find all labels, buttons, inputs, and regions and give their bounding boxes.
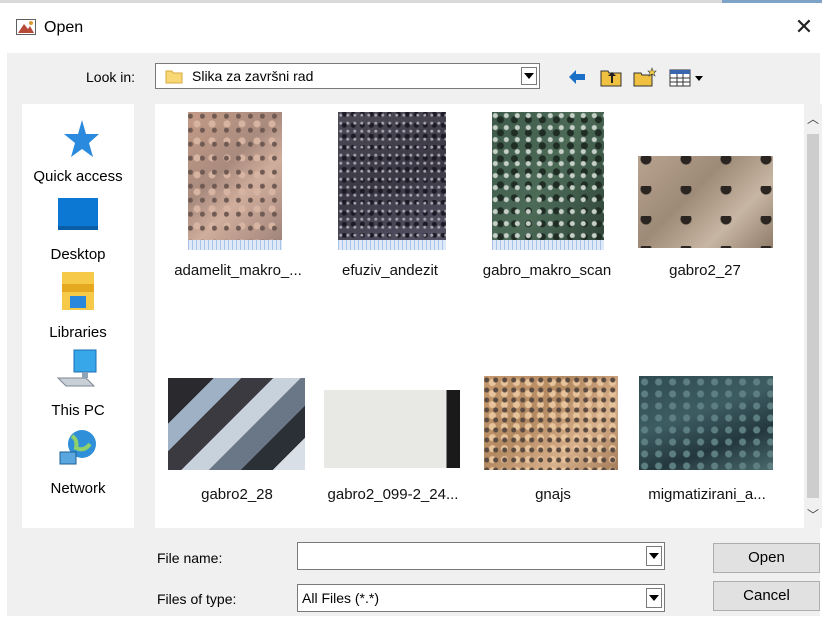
- file-item[interactable]: adamelit_makro_...: [174, 110, 302, 290]
- places-bar: Quick access Desktop Libraries This PC N…: [22, 104, 134, 528]
- lookin-dropdown-button[interactable]: [521, 67, 537, 85]
- lookin-label: Look in:: [86, 69, 136, 85]
- thumbnail-image: [168, 378, 305, 470]
- file-name: gabro2_27: [669, 262, 741, 279]
- thumbnail-image: [639, 376, 773, 470]
- libraries-icon: [62, 272, 94, 310]
- place-label: Libraries: [49, 324, 107, 341]
- scroll-down-icon[interactable]: ﹀: [804, 506, 822, 524]
- open-button[interactable]: Open: [713, 543, 820, 573]
- title-bar: Open ✕: [0, 3, 822, 47]
- scale-ruler: [188, 240, 282, 250]
- cancel-button[interactable]: Cancel: [713, 581, 820, 611]
- scroll-up-icon[interactable]: ︿: [804, 110, 822, 128]
- window-title: Open: [44, 19, 84, 36]
- place-libraries[interactable]: Libraries: [22, 270, 134, 341]
- file-name: gabro_makro_scan: [482, 262, 612, 279]
- filetype-value: All Files (*.*): [302, 590, 380, 606]
- close-button[interactable]: ✕: [790, 13, 818, 41]
- network-icon: [59, 430, 96, 465]
- new-folder-icon[interactable]: [632, 66, 658, 88]
- filename-dropdown-button[interactable]: [646, 546, 662, 566]
- back-arrow-icon[interactable]: [566, 66, 588, 88]
- file-name: efuziv_andezit: [342, 262, 438, 279]
- place-label: Network: [50, 480, 106, 497]
- vertical-scrollbar[interactable]: ︿ ﹀: [804, 104, 822, 528]
- place-quick-access[interactable]: Quick access: [22, 114, 134, 185]
- file-item[interactable]: migmatizirani_a...: [632, 372, 782, 512]
- place-label: Desktop: [50, 246, 106, 263]
- place-desktop[interactable]: Desktop: [22, 192, 134, 263]
- filename-field[interactable]: [297, 542, 665, 570]
- up-folder-icon[interactable]: [599, 66, 623, 88]
- file-item[interactable]: gabro2_099-2_24...: [318, 372, 468, 512]
- chevron-down-icon: [649, 553, 659, 559]
- filename-label: File name:: [157, 550, 223, 566]
- file-item[interactable]: gabro2_27: [633, 110, 778, 290]
- file-name: gabro2_28: [201, 486, 273, 503]
- filetype-label: Files of type:: [157, 591, 237, 607]
- desktop-icon: [58, 198, 98, 230]
- file-item[interactable]: gabro_makro_scan: [480, 110, 615, 290]
- thumbnail-image: [188, 112, 282, 250]
- thumbnail-image: [492, 112, 604, 250]
- filetype-dropdown-button[interactable]: [646, 588, 662, 608]
- computer-icon: [56, 349, 97, 387]
- chevron-down-icon: [524, 73, 534, 79]
- file-name: gnajs: [535, 486, 571, 503]
- scale-ruler: [338, 240, 446, 250]
- place-this-pc[interactable]: This PC: [22, 348, 134, 419]
- lookin-dropdown[interactable]: Slika za završni rad: [155, 63, 540, 89]
- thumbnail-image: [484, 376, 618, 470]
- filetype-dropdown[interactable]: All Files (*.*): [297, 584, 665, 612]
- file-name: migmatizirani_a...: [648, 486, 766, 503]
- view-menu-icon[interactable]: [668, 66, 708, 88]
- place-label: Quick access: [33, 168, 123, 185]
- thumbnail-image: [638, 156, 773, 248]
- lookin-value: Slika za završni rad: [192, 68, 314, 84]
- file-item[interactable]: gnajs: [478, 372, 628, 512]
- thumbnail-image: [338, 112, 446, 250]
- file-name: adamelit_makro_...: [174, 262, 302, 279]
- star-icon: [64, 120, 99, 157]
- file-item[interactable]: efuziv_andezit: [327, 110, 452, 290]
- close-icon: ✕: [794, 14, 814, 39]
- file-item[interactable]: gabro2_28: [165, 372, 310, 512]
- java-app-icon: [16, 19, 36, 35]
- scrollbar-thumb[interactable]: [807, 134, 819, 498]
- place-network[interactable]: Network: [22, 426, 134, 497]
- file-name: gabro2_099-2_24...: [327, 486, 459, 503]
- thumbnail-image: [324, 390, 460, 468]
- folder-icon: [165, 70, 183, 84]
- scale-ruler: [492, 240, 604, 250]
- place-label: This PC: [51, 402, 105, 419]
- chevron-down-icon: [649, 595, 659, 601]
